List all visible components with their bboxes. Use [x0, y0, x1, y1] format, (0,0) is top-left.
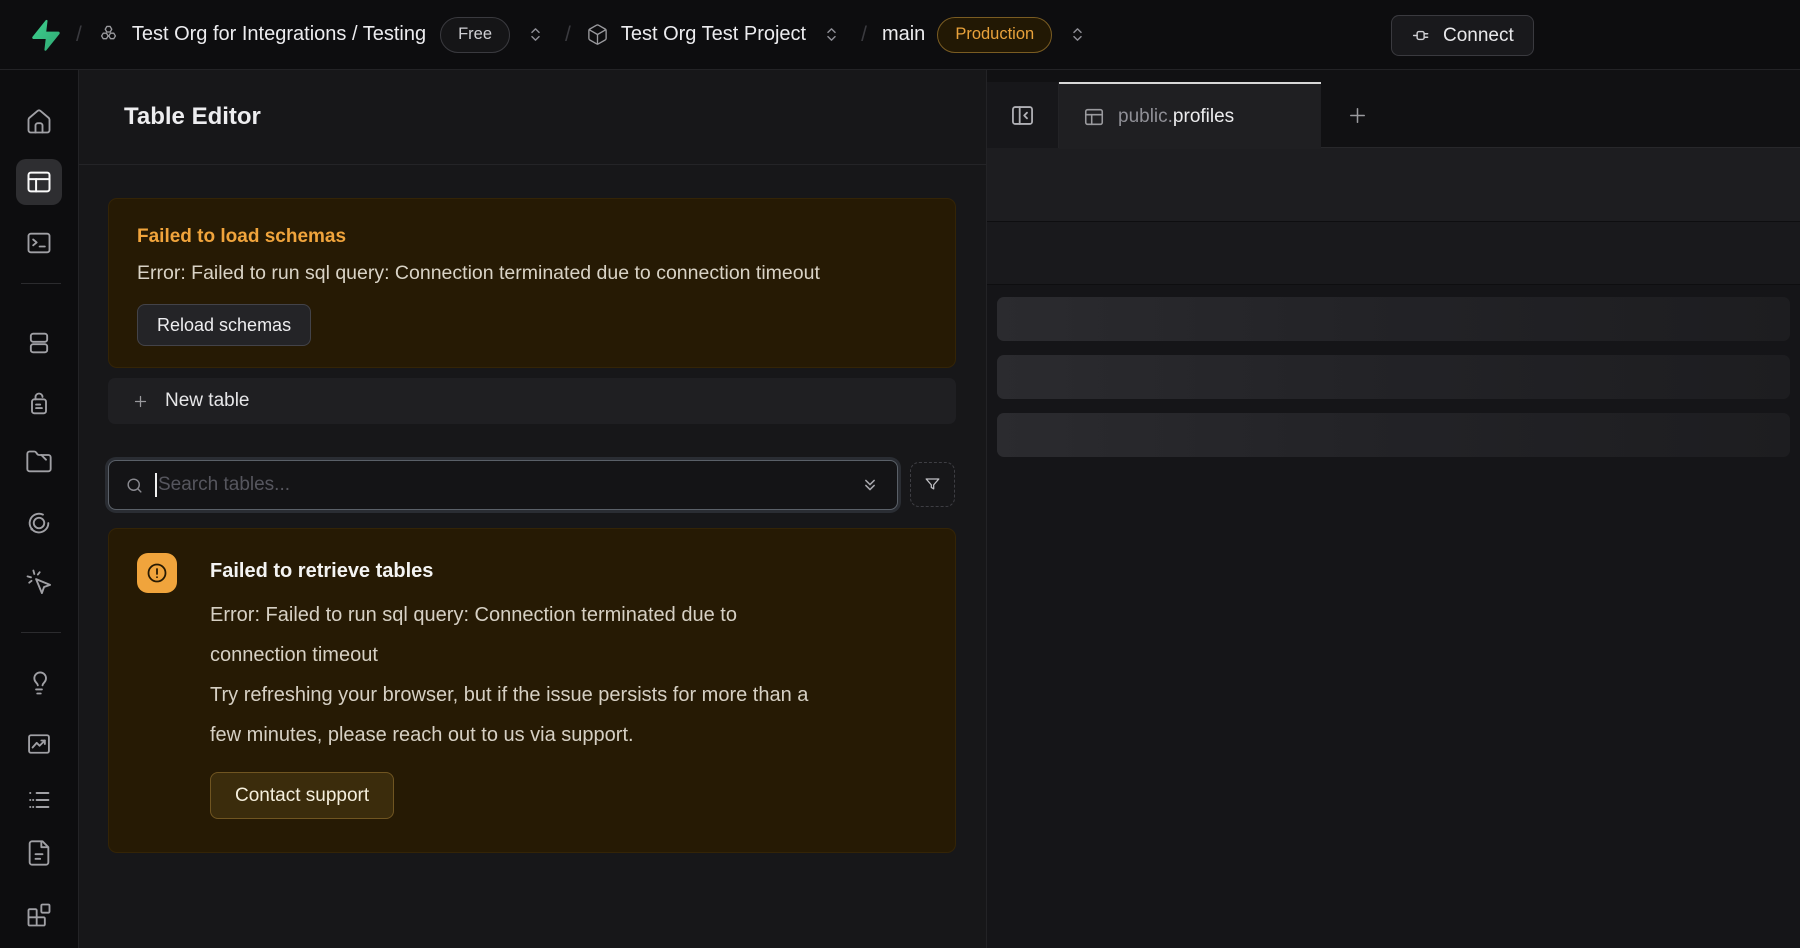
tables-error-hint: Try refreshing your browser, but if the …: [210, 675, 810, 755]
integrations-blocks-icon: [25, 901, 53, 929]
breadcrumb-org[interactable]: Test Org for Integrations / Testing Free: [97, 17, 510, 53]
sidebar-item-realtime[interactable]: [16, 559, 62, 605]
environment-badge: Production: [937, 17, 1052, 53]
grid-toolbar: [987, 148, 1800, 222]
chevrons-up-down-icon: [1069, 26, 1086, 43]
sidebar-item-database[interactable]: [16, 320, 62, 366]
tab-public-profiles[interactable]: public.profiles: [1059, 82, 1321, 149]
skeleton-row: [997, 413, 1790, 457]
sidebar-item-logs[interactable]: [16, 777, 62, 823]
search-tables-field[interactable]: [108, 460, 898, 510]
tables-error-alert: Failed to retrieve tables Error: Failed …: [108, 528, 956, 853]
nav-rail: [0, 70, 79, 948]
tables-error-message: Error: Failed to run sql query: Connecti…: [210, 595, 810, 675]
reports-chart-icon: [25, 730, 53, 758]
chevrons-up-down-icon: [823, 26, 840, 43]
chevrons-up-down-icon: [527, 26, 544, 43]
new-tab-button[interactable]: [1333, 82, 1381, 148]
realtime-cursor-icon: [25, 568, 53, 596]
schema-error-message: Error: Failed to run sql query: Connecti…: [137, 262, 927, 285]
contact-support-button[interactable]: Contact support: [210, 772, 394, 819]
table-editor-icon: [25, 168, 53, 196]
breadcrumb-separator: /: [565, 23, 571, 47]
sidebar-item-reports[interactable]: [16, 721, 62, 767]
page-title: Table Editor: [124, 103, 261, 131]
table-grid-panel: public.profiles: [986, 70, 1800, 948]
connect-label: Connect: [1443, 25, 1514, 47]
rail-divider: [21, 283, 61, 284]
branch-switcher-button[interactable]: [1062, 20, 1092, 50]
tables-error-content: Failed to retrieve tables Error: Failed …: [210, 553, 810, 828]
panel-left-close-icon: [1009, 102, 1036, 129]
collapse-sidebar-button[interactable]: [1005, 97, 1041, 133]
grid-loading-area: [987, 285, 1800, 948]
edge-functions-orbit-icon: [25, 509, 53, 537]
sidebar-item-edge-functions[interactable]: [16, 500, 62, 546]
breadcrumb-separator: /: [861, 23, 867, 47]
organization-icon: [97, 23, 120, 46]
alert-circle-icon: [145, 561, 169, 585]
new-table-label: New table: [165, 390, 250, 412]
supabase-logo-icon: [27, 18, 61, 52]
filter-funnel-icon: [923, 475, 942, 494]
supabase-logo[interactable]: [27, 18, 61, 52]
auth-lock-icon: [25, 390, 53, 418]
tab-bar: public.profiles: [987, 70, 1800, 148]
schema-error-title: Failed to load schemas: [137, 226, 927, 248]
tables-error-title: Failed to retrieve tables: [210, 560, 810, 583]
connect-button[interactable]: Connect: [1391, 15, 1534, 56]
schema-error-alert: Failed to load schemas Error: Failed to …: [108, 198, 956, 368]
sidebar-item-integrations[interactable]: [16, 892, 62, 938]
table-editor-panel: Table Editor Failed to load schemas Erro…: [79, 70, 986, 948]
table-editor-header: Table Editor: [79, 70, 986, 165]
sidebar-item-auth[interactable]: [16, 381, 62, 427]
breadcrumb-branch[interactable]: main Production: [882, 17, 1052, 53]
new-table-button[interactable]: New table: [108, 378, 956, 424]
advisors-lightbulb-icon: [25, 669, 53, 697]
org-switcher-button[interactable]: [520, 20, 550, 50]
breadcrumb-separator: /: [76, 23, 82, 47]
reload-schemas-button[interactable]: Reload schemas: [137, 304, 311, 346]
api-docs-file-icon: [25, 839, 53, 867]
org-name: Test Org for Integrations / Testing: [132, 23, 426, 46]
sidebar-item-storage[interactable]: [16, 439, 62, 485]
skeleton-row: [997, 297, 1790, 341]
search-tables-input[interactable]: [157, 474, 857, 496]
plug-icon: [1411, 25, 1432, 46]
alert-icon: [137, 553, 177, 593]
search-icon: [125, 476, 144, 495]
filter-tables-button[interactable]: [910, 462, 955, 507]
skeleton-row: [997, 355, 1790, 399]
tab-table-name: profiles: [1173, 106, 1234, 127]
logs-list-icon: [25, 786, 53, 814]
expand-schemas-button[interactable]: [857, 472, 883, 498]
plus-icon: [132, 393, 149, 410]
collapse-zone: [987, 82, 1059, 148]
home-icon: [25, 108, 53, 136]
table-icon: [1083, 106, 1105, 128]
project-switcher-button[interactable]: [816, 20, 846, 50]
sidebar-item-home[interactable]: [16, 99, 62, 145]
plan-badge: Free: [440, 17, 510, 53]
sql-editor-icon: [25, 229, 53, 257]
sidebar-item-advisors[interactable]: [16, 660, 62, 706]
grid-header-row: [987, 222, 1800, 285]
tab-schema: public.: [1118, 106, 1173, 127]
rail-divider: [21, 632, 61, 633]
app-header: / Test Org for Integrations / Testing Fr…: [0, 0, 1800, 70]
sidebar-item-sql-editor[interactable]: [16, 220, 62, 266]
sidebar-item-table-editor[interactable]: [16, 159, 62, 205]
breadcrumb-project[interactable]: Test Org Test Project: [586, 23, 806, 46]
chevrons-down-icon: [860, 475, 880, 495]
sidebar-item-api-docs[interactable]: [16, 830, 62, 876]
project-cube-icon: [586, 23, 609, 46]
project-name: Test Org Test Project: [621, 23, 806, 46]
plus-icon: [1346, 104, 1369, 127]
storage-folder-icon: [25, 448, 53, 476]
database-icon: [25, 329, 53, 357]
branch-name: main: [882, 23, 925, 46]
